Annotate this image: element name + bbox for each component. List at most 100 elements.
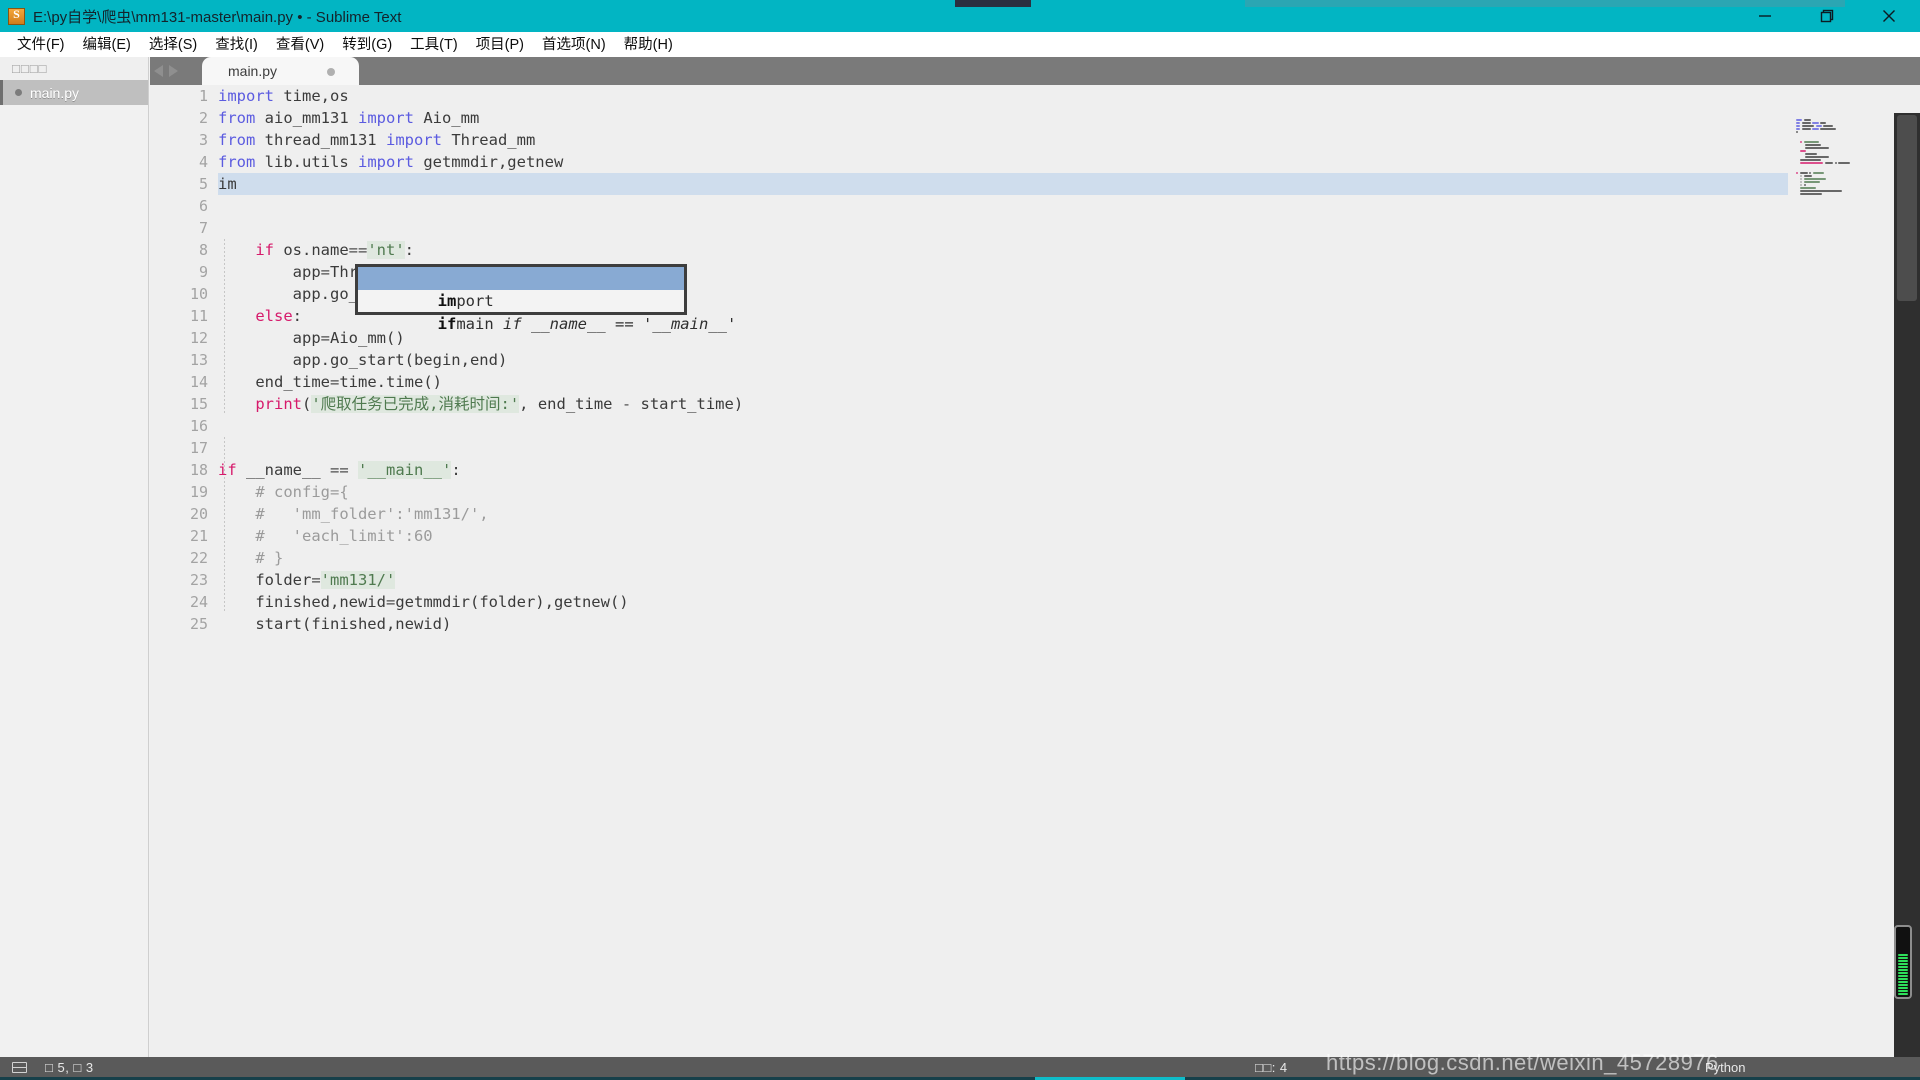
minimap-token xyxy=(1800,193,1823,196)
minimap-token xyxy=(1804,146,1829,149)
line-number-gutter: 1 2 3 4 5 6 7 8 9 10 11 12 13 14 15 16 17 18 19 20 21 22 23 24 2… xyxy=(150,85,218,1057)
recorder-level-bar xyxy=(1898,981,1908,983)
line-number: 7 xyxy=(198,219,208,237)
minimap-token xyxy=(1820,128,1836,131)
minimap-token xyxy=(1820,122,1827,125)
vertical-scrollbar[interactable] xyxy=(1894,113,1920,1057)
autocomplete-match-prefix: if xyxy=(437,315,457,333)
code-line-2: from aio_mm131 import Aio_mm xyxy=(218,109,480,127)
minimap-token xyxy=(1804,153,1818,156)
restore-icon[interactable] xyxy=(1796,0,1858,32)
recorder-level-bar xyxy=(1898,987,1908,989)
minimap-token xyxy=(1803,181,1820,183)
minimap-token xyxy=(1796,119,1803,121)
minimap-token xyxy=(1796,171,1799,174)
close-icon[interactable] xyxy=(1858,0,1920,32)
line-number: 25 xyxy=(189,615,208,633)
minimap-token xyxy=(1803,174,1813,177)
tab-navigation xyxy=(154,62,198,80)
minimap-token xyxy=(1812,122,1819,125)
recorder-level-bar xyxy=(1898,978,1908,980)
menu-file[interactable]: 文件(F) xyxy=(8,33,74,57)
screenshot-artifact xyxy=(955,0,1031,7)
menu-help[interactable]: 帮助(H) xyxy=(615,33,682,57)
minimap-token xyxy=(1796,128,1801,131)
minimap-token xyxy=(1815,125,1822,128)
scrollbar-thumb[interactable] xyxy=(1897,115,1917,301)
sidebar-item-main-py[interactable]: main.py xyxy=(0,80,148,105)
minimap-token xyxy=(1823,125,1833,128)
menu-project[interactable]: 项目(P) xyxy=(467,33,533,57)
autocomplete-match-prefix: im xyxy=(437,292,457,310)
line-number: 23 xyxy=(189,571,208,589)
code-line-3: from thread_mm131 import Thread_mm xyxy=(218,131,536,149)
minimap-token xyxy=(1803,119,1812,121)
line-number: 24 xyxy=(189,593,208,611)
nav-right-arrow-icon[interactable] xyxy=(169,65,178,77)
minimap-token xyxy=(1800,190,1843,193)
menu-selection[interactable]: 选择(S) xyxy=(140,33,206,57)
minimap-token xyxy=(1803,177,1826,180)
line-number: 20 xyxy=(189,505,208,523)
code-line-14: end_time=time.time() xyxy=(218,373,442,391)
menu-bar: 文件(F) 编辑(E) 选择(S) 查找(I) 查看(V) 转到(G) 工具(T… xyxy=(0,32,1920,57)
code-content[interactable]: import time,os from aio_mm131 import Aio… xyxy=(218,85,1920,1057)
code-line-5: im xyxy=(218,175,237,193)
minimap[interactable] xyxy=(1788,113,1894,1057)
recorder-level-bar xyxy=(1898,975,1908,977)
line-number: 10 xyxy=(189,285,208,303)
minimap-token xyxy=(1800,184,1803,187)
status-tab-size[interactable]: □□: 4 xyxy=(1255,1060,1288,1075)
line-number: 22 xyxy=(189,549,208,567)
menu-preferences[interactable]: 首选项(N) xyxy=(533,33,615,57)
recorder-level-bar xyxy=(1898,969,1908,971)
minimap-token xyxy=(1834,162,1837,165)
minimap-token xyxy=(1812,171,1825,174)
nav-left-arrow-icon[interactable] xyxy=(154,65,163,77)
autocomplete-hint: if __name__ == '__main__' xyxy=(503,315,737,333)
line-number: 16 xyxy=(189,417,208,435)
menu-view[interactable]: 查看(V) xyxy=(267,33,333,57)
menu-tools[interactable]: 工具(T) xyxy=(401,33,467,57)
line-number: 1 xyxy=(198,87,208,105)
minimap-token xyxy=(1800,150,1806,152)
line-number: 3 xyxy=(198,131,208,149)
code-line-11: else: xyxy=(255,307,302,325)
autocomplete-rest: port xyxy=(456,292,494,310)
minimap-token xyxy=(1804,156,1829,159)
layout-icon[interactable] xyxy=(12,1061,27,1073)
code-editor[interactable]: 1 2 3 4 5 6 7 8 9 10 11 12 13 14 15 16 17 18 19 20 21 22 23 24 2… xyxy=(150,85,1920,1057)
tab-bar: main.py xyxy=(150,57,1920,85)
screen-recorder-indicator[interactable] xyxy=(1894,925,1912,999)
menu-goto[interactable]: 转到(G) xyxy=(333,33,401,57)
menu-edit[interactable]: 编辑(E) xyxy=(74,33,140,57)
minimap-token xyxy=(1824,162,1834,165)
minimap-token xyxy=(1800,174,1803,177)
sublime-text-icon xyxy=(8,7,25,25)
tab-label: main.py xyxy=(228,63,278,79)
minimap-token xyxy=(1796,131,1799,134)
minimap-token xyxy=(1800,159,1822,162)
autocomplete-rest: main xyxy=(456,315,494,333)
window-title: E:\py自学\爬虫\mm131-master\main.py • - Subl… xyxy=(33,8,402,26)
minimap-token xyxy=(1809,171,1812,174)
line-number: 2 xyxy=(198,109,208,127)
code-line-19: # config={ xyxy=(255,483,349,501)
code-line-21: # 'each_limit':60 xyxy=(255,527,433,545)
unsaved-dot-icon[interactable] xyxy=(327,68,335,76)
minimap-token xyxy=(1801,125,1815,128)
minimize-icon[interactable] xyxy=(1734,0,1796,32)
menu-find[interactable]: 查找(I) xyxy=(206,33,267,57)
line-number: 19 xyxy=(189,483,208,501)
code-line-4: from lib.utils import getmmdir,getnew xyxy=(218,153,564,171)
autocomplete-popup[interactable]: import ifmain if __name__ == '__main__' xyxy=(355,264,736,333)
autocomplete-item-import[interactable]: import xyxy=(358,267,684,310)
line-number: 5 xyxy=(198,175,208,193)
line-number: 18 xyxy=(189,461,208,479)
tab-main-py[interactable]: main.py xyxy=(202,57,359,85)
recorder-level-bar xyxy=(1898,993,1908,995)
minimap-token xyxy=(1800,140,1803,143)
minimap-token xyxy=(1800,177,1803,180)
code-line-8: if os.name=='nt': xyxy=(255,241,414,259)
code-line-15: print('爬取任务已完成,消耗时间:', end_time - start_… xyxy=(255,395,744,413)
